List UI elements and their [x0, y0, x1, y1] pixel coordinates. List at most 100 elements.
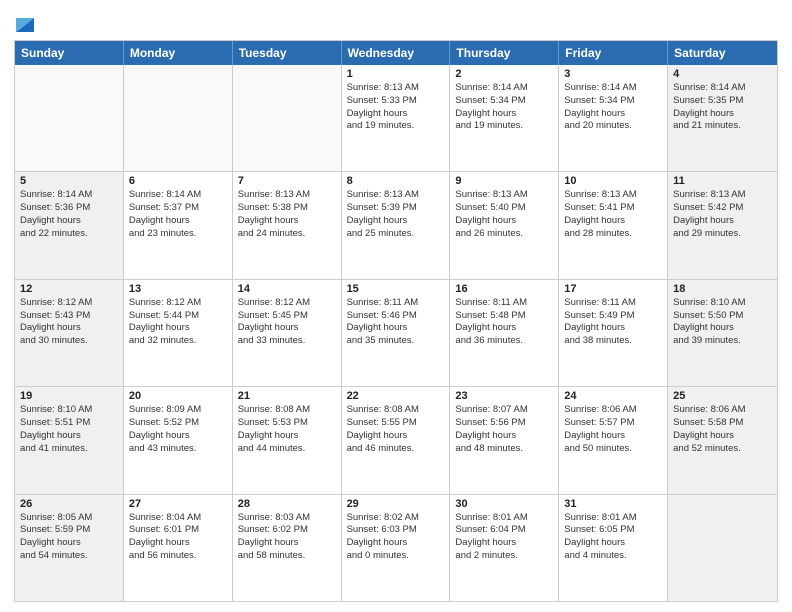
daylight-label: Daylight hours	[20, 430, 118, 443]
daylight-value: and 29 minutes.	[673, 228, 772, 241]
calendar-cell: 26Sunrise: 8:05 AMSunset: 5:59 PMDayligh…	[15, 495, 124, 601]
daylight-label: Daylight hours	[238, 322, 336, 335]
sunset-line: Sunset: 6:03 PM	[347, 524, 445, 537]
sunset-line: Sunset: 5:55 PM	[347, 417, 445, 430]
weekday-header: Tuesday	[233, 41, 342, 65]
daylight-value: and 32 minutes.	[129, 335, 227, 348]
daylight-label: Daylight hours	[564, 537, 662, 550]
sunrise-line: Sunrise: 8:14 AM	[20, 189, 118, 202]
day-number: 5	[20, 175, 118, 187]
daylight-label: Daylight hours	[564, 215, 662, 228]
calendar-cell	[15, 65, 124, 171]
sunset-line: Sunset: 5:40 PM	[455, 202, 553, 215]
sunset-line: Sunset: 6:01 PM	[129, 524, 227, 537]
daylight-value: and 4 minutes.	[564, 550, 662, 563]
daylight-value: and 50 minutes.	[564, 443, 662, 456]
sunrise-line: Sunrise: 8:04 AM	[129, 512, 227, 525]
calendar-cell: 25Sunrise: 8:06 AMSunset: 5:58 PMDayligh…	[668, 387, 777, 493]
daylight-label: Daylight hours	[673, 108, 772, 121]
daylight-value: and 23 minutes.	[129, 228, 227, 241]
day-number: 16	[455, 283, 553, 295]
daylight-value: and 22 minutes.	[20, 228, 118, 241]
daylight-label: Daylight hours	[238, 537, 336, 550]
calendar-cell: 21Sunrise: 8:08 AMSunset: 5:53 PMDayligh…	[233, 387, 342, 493]
daylight-label: Daylight hours	[20, 215, 118, 228]
sunrise-line: Sunrise: 8:03 AM	[238, 512, 336, 525]
page: SundayMondayTuesdayWednesdayThursdayFrid…	[0, 0, 792, 612]
daylight-label: Daylight hours	[238, 215, 336, 228]
day-number: 21	[238, 390, 336, 402]
sunrise-line: Sunrise: 8:08 AM	[238, 404, 336, 417]
daylight-value: and 28 minutes.	[564, 228, 662, 241]
daylight-value: and 54 minutes.	[20, 550, 118, 563]
calendar-cell: 17Sunrise: 8:11 AMSunset: 5:49 PMDayligh…	[559, 280, 668, 386]
sunrise-line: Sunrise: 8:13 AM	[238, 189, 336, 202]
day-number: 18	[673, 283, 772, 295]
header	[14, 10, 778, 34]
sunrise-line: Sunrise: 8:14 AM	[673, 82, 772, 95]
daylight-value: and 44 minutes.	[238, 443, 336, 456]
day-number: 24	[564, 390, 662, 402]
sunset-line: Sunset: 5:37 PM	[129, 202, 227, 215]
sunrise-line: Sunrise: 8:06 AM	[564, 404, 662, 417]
day-number: 27	[129, 498, 227, 510]
sunrise-line: Sunrise: 8:01 AM	[564, 512, 662, 525]
day-number: 14	[238, 283, 336, 295]
day-number: 19	[20, 390, 118, 402]
sunset-line: Sunset: 6:05 PM	[564, 524, 662, 537]
daylight-label: Daylight hours	[455, 215, 553, 228]
sunset-line: Sunset: 5:34 PM	[455, 95, 553, 108]
sunset-line: Sunset: 6:02 PM	[238, 524, 336, 537]
logo	[14, 10, 34, 34]
sunrise-line: Sunrise: 8:12 AM	[238, 297, 336, 310]
daylight-label: Daylight hours	[455, 537, 553, 550]
calendar-row: 12Sunrise: 8:12 AMSunset: 5:43 PMDayligh…	[15, 280, 777, 387]
daylight-label: Daylight hours	[129, 430, 227, 443]
calendar-cell	[124, 65, 233, 171]
weekday-header: Saturday	[668, 41, 777, 65]
day-number: 2	[455, 68, 553, 80]
daylight-value: and 35 minutes.	[347, 335, 445, 348]
sunrise-line: Sunrise: 8:14 AM	[455, 82, 553, 95]
sunset-line: Sunset: 5:33 PM	[347, 95, 445, 108]
weekday-header: Monday	[124, 41, 233, 65]
sunrise-line: Sunrise: 8:07 AM	[455, 404, 553, 417]
calendar-cell: 5 Sunrise: 8:14 AMSunset: 5:36 PMDaylight…	[15, 172, 124, 278]
daylight-label: Daylight hours	[347, 430, 445, 443]
day-number: 4	[673, 68, 772, 80]
daylight-value: and 19 minutes.	[455, 120, 553, 133]
calendar-cell: 24Sunrise: 8:06 AMSunset: 5:57 PMDayligh…	[559, 387, 668, 493]
calendar-cell: 1Sunrise: 8:13 AMSunset: 5:33 PMDaylight…	[342, 65, 451, 171]
day-number: 26	[20, 498, 118, 510]
weekday-header: Wednesday	[342, 41, 451, 65]
sunset-line: Sunset: 5:48 PM	[455, 310, 553, 323]
calendar-cell: 11Sunrise: 8:13 AMSunset: 5:42 PMDayligh…	[668, 172, 777, 278]
sunrise-line: Sunrise: 8:08 AM	[347, 404, 445, 417]
daylight-label: Daylight hours	[347, 322, 445, 335]
day-number: 23	[455, 390, 553, 402]
sunset-line: Sunset: 5:36 PM	[20, 202, 118, 215]
calendar-cell: 16Sunrise: 8:11 AMSunset: 5:48 PMDayligh…	[450, 280, 559, 386]
sunset-line: Sunset: 5:50 PM	[673, 310, 772, 323]
sunrise-line: Sunrise: 8:02 AM	[347, 512, 445, 525]
sunset-line: Sunset: 5:41 PM	[564, 202, 662, 215]
day-number: 29	[347, 498, 445, 510]
sunset-line: Sunset: 5:44 PM	[129, 310, 227, 323]
day-number: 1	[347, 68, 445, 80]
calendar-row: 26Sunrise: 8:05 AMSunset: 5:59 PMDayligh…	[15, 495, 777, 601]
sunset-line: Sunset: 5:57 PM	[564, 417, 662, 430]
day-number: 9	[455, 175, 553, 187]
day-number: 28	[238, 498, 336, 510]
sunset-line: Sunset: 5:52 PM	[129, 417, 227, 430]
day-number: 12	[20, 283, 118, 295]
calendar-cell: 14Sunrise: 8:12 AMSunset: 5:45 PMDayligh…	[233, 280, 342, 386]
daylight-label: Daylight hours	[238, 430, 336, 443]
calendar-cell	[668, 495, 777, 601]
daylight-label: Daylight hours	[673, 430, 772, 443]
daylight-label: Daylight hours	[673, 322, 772, 335]
calendar-cell: 3Sunrise: 8:14 AMSunset: 5:34 PMDaylight…	[559, 65, 668, 171]
sunrise-line: Sunrise: 8:13 AM	[347, 189, 445, 202]
sunrise-line: Sunrise: 8:14 AM	[564, 82, 662, 95]
day-number: 8	[347, 175, 445, 187]
calendar-cell	[233, 65, 342, 171]
